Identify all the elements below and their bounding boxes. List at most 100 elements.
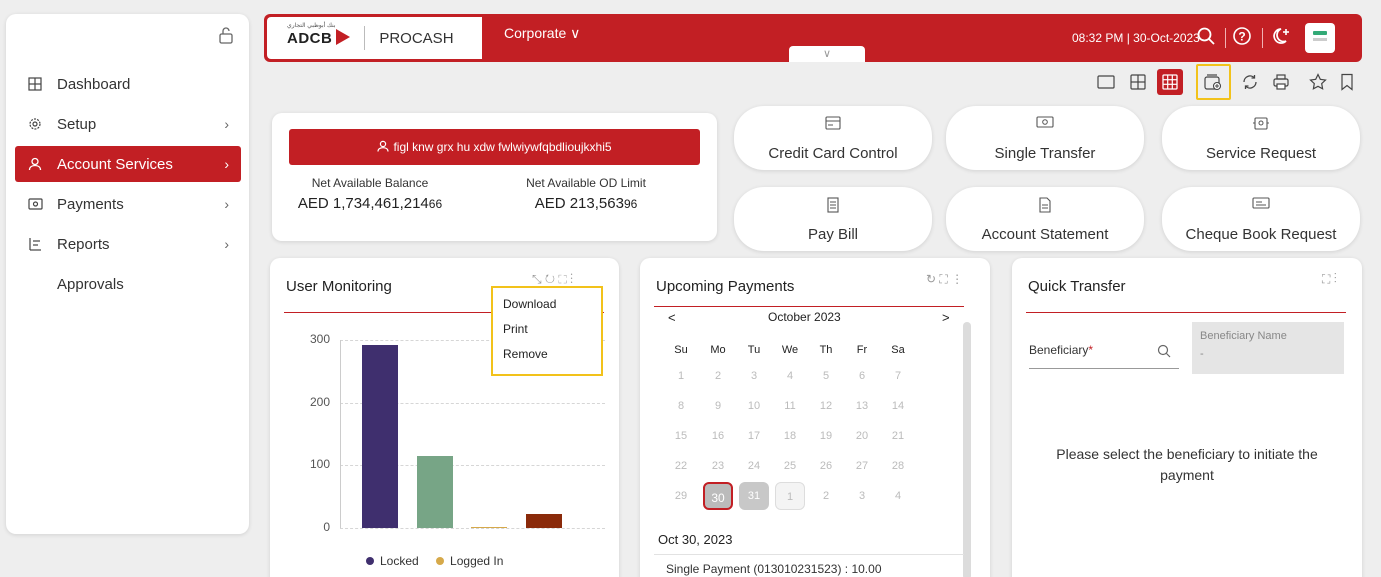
calendar-day[interactable]: 4 bbox=[775, 362, 805, 390]
star-icon[interactable] bbox=[1306, 70, 1330, 94]
quick-transfer-widget: Quick Transfer ⛶ ⋮ Beneficiary* Benefici… bbox=[1012, 258, 1362, 577]
calendar-day[interactable]: 19 bbox=[811, 422, 841, 450]
moon-plus-icon[interactable] bbox=[1269, 26, 1291, 51]
calendar-day[interactable]: 6 bbox=[847, 362, 877, 390]
account-selector[interactable]: figl knw grx hu xdw fwlwiywfqbdlioujkxhi… bbox=[289, 129, 700, 165]
search-icon[interactable] bbox=[1157, 344, 1171, 361]
calendar-day[interactable]: 22 bbox=[666, 452, 696, 480]
calendar-day[interactable]: 1 bbox=[775, 482, 805, 510]
sidebar-item-approvals[interactable]: Approvals bbox=[15, 266, 241, 302]
calendar-day[interactable]: 15 bbox=[666, 422, 696, 450]
calendar-day[interactable]: 14 bbox=[883, 392, 913, 420]
calendar-day[interactable]: 3 bbox=[739, 362, 769, 390]
sidebar-item-payments[interactable]: Payments › bbox=[15, 186, 241, 222]
calendar-day[interactable]: 10 bbox=[739, 392, 769, 420]
payment-item[interactable]: Single Payment (013010231523) : 10.00 bbox=[666, 562, 882, 576]
service-request-button[interactable]: Service Request bbox=[1162, 106, 1360, 170]
print-icon[interactable] bbox=[1269, 70, 1293, 94]
calendar-day[interactable]: 31 bbox=[739, 482, 769, 510]
widget-controls[interactable]: ⛶ ⋮ bbox=[1322, 272, 1337, 287]
sidebar-item-setup[interactable]: Setup › bbox=[15, 106, 241, 142]
layout-quad-icon[interactable] bbox=[1126, 70, 1150, 94]
balance-label: Net Available Balance bbox=[311, 176, 429, 190]
calendar-day[interactable]: 30 bbox=[703, 482, 733, 510]
beneficiary-name-field: Beneficiary Name - bbox=[1192, 322, 1344, 374]
pay-bill-button[interactable]: Pay Bill bbox=[734, 187, 932, 251]
calendar-day[interactable]: 12 bbox=[811, 392, 841, 420]
menu-item-remove[interactable]: Remove bbox=[503, 347, 548, 361]
calendar-day[interactable]: 24 bbox=[739, 452, 769, 480]
svg-text:?: ? bbox=[1238, 30, 1245, 44]
menu-item-download[interactable]: Download bbox=[503, 297, 556, 311]
legend-item[interactable]: Logged In bbox=[436, 554, 503, 568]
calendar-day[interactable]: 3 bbox=[847, 482, 877, 510]
calendar-day[interactable]: 2 bbox=[703, 362, 733, 390]
prev-month-button[interactable]: < bbox=[668, 310, 676, 325]
chart-bar[interactable] bbox=[526, 513, 562, 528]
chart-bar[interactable] bbox=[417, 455, 453, 528]
layout-single-icon[interactable] bbox=[1094, 70, 1118, 94]
account-statement-button[interactable]: Account Statement bbox=[946, 187, 1144, 251]
sidebar-item-account-services[interactable]: Account Services › bbox=[15, 146, 241, 182]
bookmark-icon[interactable] bbox=[1335, 70, 1359, 94]
layout-grid-icon[interactable] bbox=[1157, 69, 1183, 95]
sidebar-item-label: Approvals bbox=[57, 275, 124, 293]
credit-card-control-button[interactable]: Credit Card Control bbox=[734, 106, 932, 170]
scrollbar[interactable] bbox=[963, 322, 971, 577]
calendar-day[interactable]: 27 bbox=[847, 452, 877, 480]
widget-title: Quick Transfer bbox=[1028, 278, 1126, 295]
help-icon[interactable]: ? bbox=[1232, 26, 1252, 51]
widget-controls[interactable]: ⤡ ↻ ⛶ ⋮ bbox=[532, 272, 573, 287]
grid-line bbox=[340, 528, 605, 529]
calendar-day[interactable]: 13 bbox=[847, 392, 877, 420]
add-widget-icon[interactable] bbox=[1201, 70, 1225, 94]
calendar-day[interactable]: 18 bbox=[775, 422, 805, 450]
calendar-day[interactable]: 11 bbox=[775, 392, 805, 420]
calendar-day[interactable]: 21 bbox=[883, 422, 913, 450]
logo[interactable]: بنك أبوظبي التجاري ADCB PROCASH bbox=[267, 17, 482, 59]
legend-item[interactable]: Locked bbox=[366, 554, 419, 568]
calendar-day[interactable]: 1 bbox=[666, 362, 696, 390]
top-header: بنك أبوظبي التجاري ADCB PROCASH Corporate… bbox=[264, 14, 1362, 62]
calendar-day[interactable]: 17 bbox=[739, 422, 769, 450]
sidebar-item-dashboard[interactable]: Dashboard bbox=[15, 66, 241, 102]
calendar-day[interactable]: 25 bbox=[775, 452, 805, 480]
calendar-day[interactable]: 20 bbox=[847, 422, 877, 450]
sidebar-item-reports[interactable]: Reports › bbox=[15, 226, 241, 262]
search-icon[interactable] bbox=[1196, 26, 1216, 51]
day-name: Fr bbox=[856, 344, 868, 356]
refresh-icon[interactable] bbox=[1238, 70, 1262, 94]
calendar-day[interactable]: 16 bbox=[703, 422, 733, 450]
calendar-day[interactable]: 2 bbox=[811, 482, 841, 510]
calendar-day[interactable]: 9 bbox=[703, 392, 733, 420]
bill-icon bbox=[734, 197, 932, 216]
day-name: Mo bbox=[710, 344, 726, 356]
header-collapse-toggle[interactable]: ∨ bbox=[789, 46, 865, 62]
avatar[interactable] bbox=[1305, 23, 1335, 53]
calendar-day[interactable]: 28 bbox=[883, 452, 913, 480]
chart-legend: Locked Logged In bbox=[366, 554, 503, 568]
chart-bar[interactable] bbox=[362, 345, 398, 528]
calendar-day[interactable]: 8 bbox=[666, 392, 696, 420]
beneficiary-field[interactable]: Beneficiary* bbox=[1029, 343, 1093, 357]
single-transfer-button[interactable]: Single Transfer bbox=[946, 106, 1144, 170]
cheque-book-request-button[interactable]: Cheque Book Request bbox=[1162, 187, 1360, 251]
calendar-day[interactable]: 7 bbox=[883, 362, 913, 390]
next-month-button[interactable]: > bbox=[942, 310, 950, 325]
lock-icon[interactable] bbox=[217, 26, 235, 44]
corporate-dropdown[interactable]: Corporate ∨ bbox=[504, 25, 580, 42]
calendar-day[interactable]: 29 bbox=[666, 482, 696, 510]
report-icon bbox=[27, 236, 43, 252]
y-tick-label: 100 bbox=[309, 457, 330, 472]
y-axis bbox=[340, 340, 341, 528]
calendar-day[interactable]: 26 bbox=[811, 452, 841, 480]
calendar-day[interactable]: 5 bbox=[811, 362, 841, 390]
account-card: figl knw grx hu xdw fwlwiywfqbdlioujkxhi… bbox=[272, 113, 717, 241]
chart-bar[interactable] bbox=[471, 526, 507, 528]
calendar-day[interactable]: 4 bbox=[883, 482, 913, 510]
calendar-day[interactable]: 23 bbox=[703, 452, 733, 480]
chevron-right-icon: › bbox=[224, 236, 229, 252]
widget-controls[interactable]: ↻ ⛶ ⋮ bbox=[926, 272, 963, 287]
gear-icon bbox=[27, 116, 43, 132]
menu-item-print[interactable]: Print bbox=[503, 322, 528, 336]
